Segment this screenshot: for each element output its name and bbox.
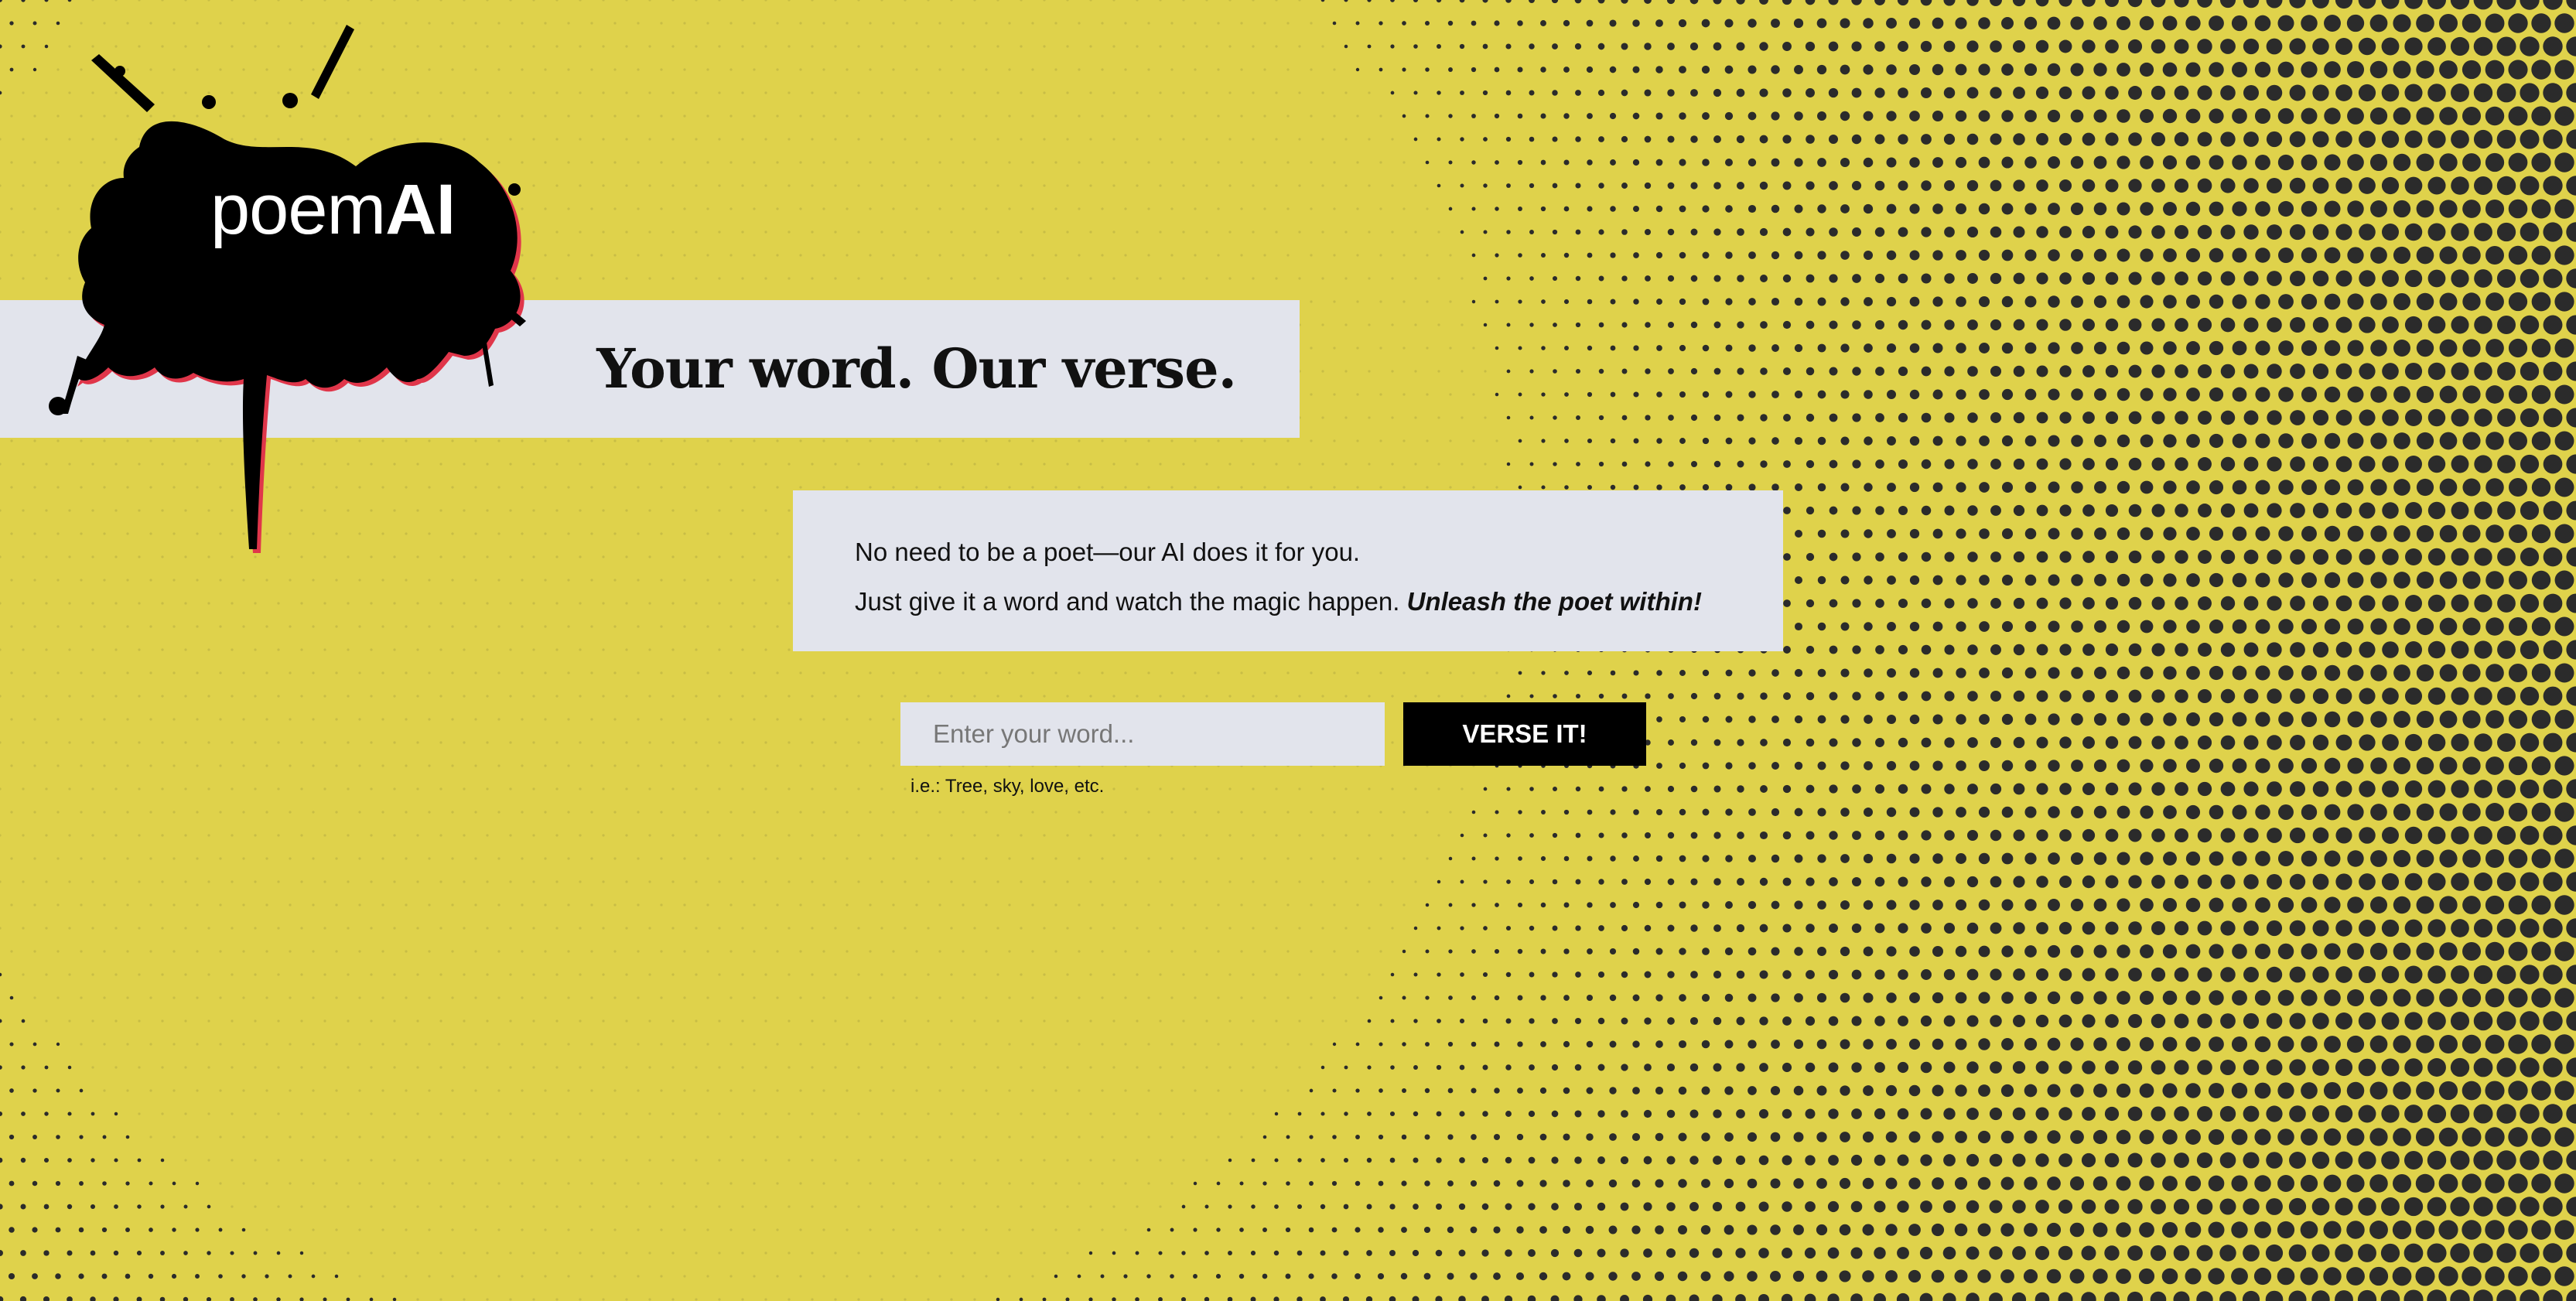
input-hint: i.e.: Tree, sky, love, etc. [910,776,1105,797]
intro-line-1: No need to be a poet—our AI does it for … [855,538,1361,566]
logo-word-poem: poem [210,170,386,249]
intro-line-2: Just give it a word and watch the magic … [855,577,1783,627]
verse-it-button[interactable]: VERSE IT! [1403,702,1646,766]
intro-line-2-text: Just give it a word and watch the magic … [855,587,1400,616]
intro-emphasis: Unleash the poet within! [1406,587,1702,616]
logo-wordmark: poemAI [210,174,456,245]
word-input[interactable] [900,702,1385,766]
ink-splat-logo-icon [49,25,526,553]
tagline: Your word. Our verse. [596,336,1237,401]
logo-word-ai: AI [385,170,456,249]
intro-box: No need to be a poet—our AI does it for … [793,490,1783,651]
logo[interactable]: poemAI [31,15,542,572]
